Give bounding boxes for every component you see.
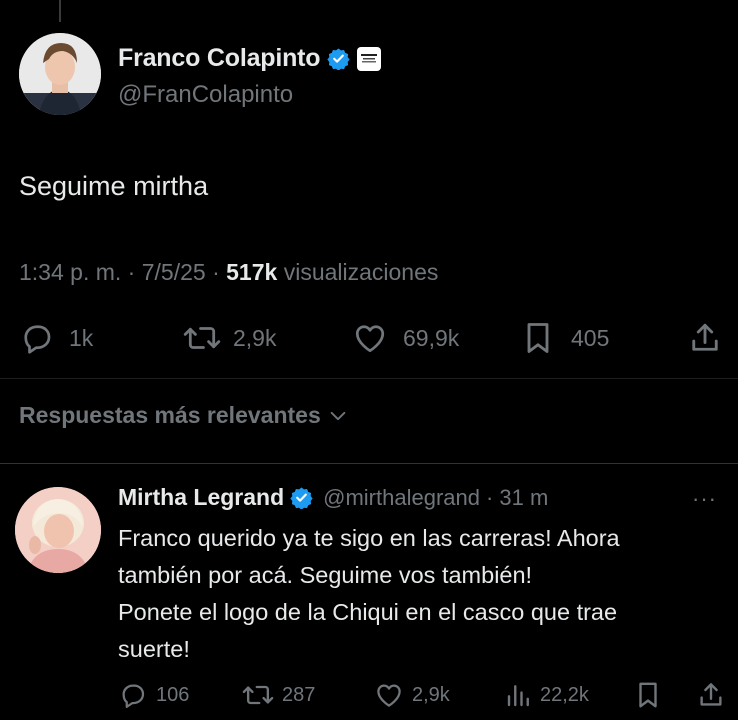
reply-icon: [122, 684, 145, 708]
verified-badge-icon: [327, 48, 350, 70]
like-count: 2,9k: [412, 683, 450, 706]
replies-sort-label: Respuestas más relevantes: [19, 402, 321, 428]
repost-count: 287: [282, 683, 316, 706]
like-icon: [355, 325, 385, 353]
reply-actions: 106 287 2,9k 22,2k: [118, 680, 730, 712]
verified-badge-icon: [290, 487, 313, 509]
affiliation-logo-icon: [361, 53, 378, 62]
views-button[interactable]: 22,2k: [504, 680, 589, 710]
repost-icon: [183, 327, 221, 349]
avatar-image: [19, 33, 101, 115]
more-options-icon[interactable]: ···: [692, 486, 717, 512]
reply-text: Franco querido ya te sigo en las carrera…: [118, 520, 728, 668]
repost-button[interactable]: 287: [242, 680, 315, 710]
share-button[interactable]: [687, 320, 723, 356]
like-icon: [377, 684, 401, 707]
meta-separator: ·: [212, 259, 220, 285]
bookmark-count: 405: [571, 324, 610, 351]
reply-count: 1k: [69, 324, 94, 351]
reply-text-line: Ponete el logo de la Chiqui en el casco …: [118, 599, 618, 625]
repost-icon: [242, 685, 274, 705]
like-button[interactable]: 2,9k: [374, 680, 450, 710]
reply-text-line: también por acá. Seguime vos también!: [118, 562, 533, 588]
reply-avatar-image: [15, 487, 101, 573]
views-count: 22,2k: [540, 683, 589, 706]
repost-count: 2,9k: [233, 324, 277, 351]
post-date[interactable]: 7/5/25: [142, 259, 206, 285]
repost-button[interactable]: 2,9k: [183, 320, 276, 356]
bookmark-button[interactable]: [634, 680, 662, 710]
like-button[interactable]: 69,9k: [351, 320, 459, 356]
reply-handle[interactable]: @mirthalegrand: [323, 485, 480, 511]
share-icon: [692, 323, 718, 351]
divider: [0, 378, 738, 379]
author-name-row: Franco Colapinto: [118, 44, 382, 73]
bookmark-button[interactable]: 405: [521, 320, 609, 356]
post-actions: 1k 2,9k 69,9k 405: [19, 320, 724, 360]
chevron-down-icon: [330, 411, 346, 420]
share-button[interactable]: [696, 680, 726, 710]
bookmark-icon: [527, 323, 549, 353]
meta-separator: ·: [127, 259, 136, 285]
divider: [0, 463, 738, 464]
reply-header: Mirtha Legrand @mirthalegrand · 31 m: [118, 484, 548, 511]
reply-icon: [24, 325, 51, 354]
thread-connector-line: [59, 0, 61, 22]
avatar[interactable]: [19, 33, 101, 115]
views-icon: [507, 685, 529, 707]
like-count: 69,9k: [403, 324, 460, 351]
reply-avatar[interactable]: [15, 487, 101, 573]
author-display-name[interactable]: Franco Colapinto: [118, 44, 321, 73]
share-icon: [700, 683, 722, 706]
reply-display-name[interactable]: Mirtha Legrand: [118, 484, 284, 511]
replies-sort-dropdown[interactable]: Respuestas más relevantes: [19, 402, 349, 429]
reply-button[interactable]: 106: [118, 680, 189, 710]
author-handle[interactable]: @FranColapinto: [118, 81, 293, 109]
affiliation-badge-icon[interactable]: [357, 46, 382, 71]
reply-time[interactable]: · 31 m: [486, 485, 548, 511]
bookmark-icon: [639, 682, 657, 708]
views-label: visualizaciones: [283, 259, 439, 285]
reply-button[interactable]: 1k: [19, 320, 93, 356]
reply-text-line: Franco querido ya te sigo en las carrera…: [118, 525, 620, 551]
post-text: Seguime mirtha: [19, 171, 209, 201]
post-time[interactable]: 1:34 p. m.: [19, 259, 121, 285]
reply-count: 106: [156, 683, 190, 706]
post-meta: 1:34 p. m. · 7/5/25 · 517k visualizacion…: [19, 259, 438, 286]
views-count: 517k: [226, 259, 278, 285]
reply-text-line: suerte!: [118, 636, 190, 662]
